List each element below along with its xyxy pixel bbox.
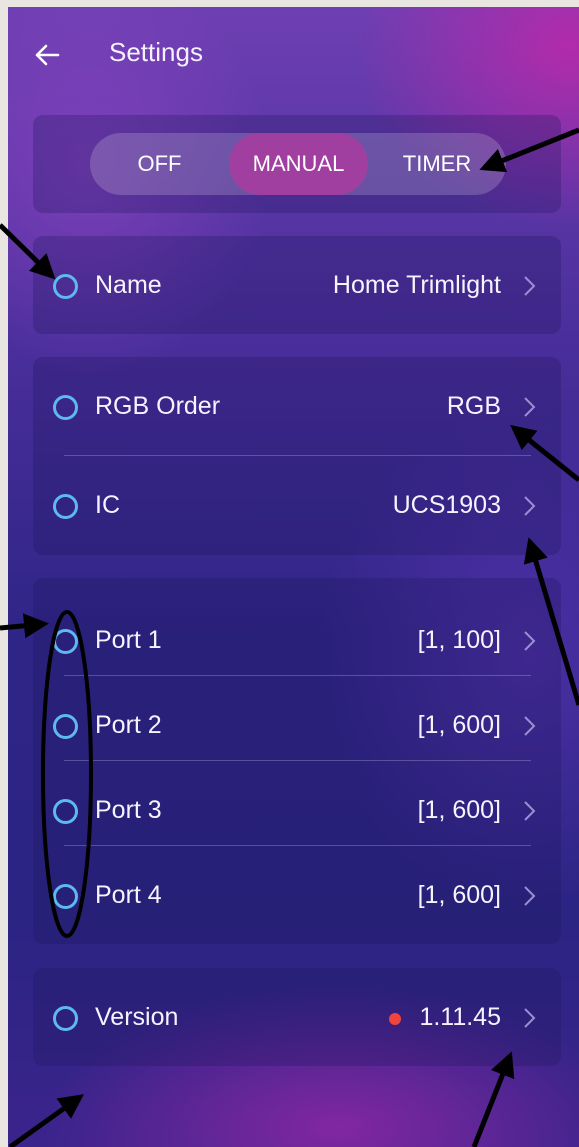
chevron-right-icon — [524, 801, 536, 821]
chevron-right-icon — [524, 631, 536, 651]
mode-timer-button[interactable]: TIMER — [368, 133, 506, 195]
radio-circle-icon — [53, 799, 78, 824]
mode-toggle-card: OFF MANUAL TIMER — [33, 115, 561, 213]
port-range-value: [1, 100] — [417, 626, 501, 654]
version-row[interactable]: Version 1.11.45 — [33, 976, 561, 1060]
radio-circle-icon — [53, 274, 78, 299]
port-label: Port 1 — [95, 626, 162, 654]
version-label: Version — [95, 1003, 179, 1031]
radio-circle-icon — [53, 884, 78, 909]
chevron-right-icon — [524, 886, 536, 906]
mode-toggle: OFF MANUAL TIMER — [90, 133, 506, 195]
port-label: Port 4 — [95, 881, 162, 909]
update-dot-indicator — [389, 1013, 401, 1025]
port-range-value: [1, 600] — [417, 796, 501, 824]
divider — [64, 760, 531, 761]
version-value: 1.11.45 — [419, 1003, 501, 1031]
chevron-right-icon — [524, 496, 536, 516]
port-label: Port 3 — [95, 796, 162, 824]
rgb-order-value: RGB — [446, 392, 501, 420]
version-card: Version 1.11.45 — [33, 968, 561, 1066]
radio-circle-icon — [53, 714, 78, 739]
ports-card: Port 1 [1, 100] Port 2 [1, 600] Port 3 [… — [33, 578, 561, 944]
mode-manual-button[interactable]: MANUAL — [229, 133, 368, 195]
chevron-right-icon — [524, 397, 536, 417]
divider — [64, 845, 531, 846]
divider — [64, 675, 531, 676]
rgb-order-label: RGB Order — [95, 392, 221, 420]
name-label: Name — [95, 271, 162, 299]
port-4-row[interactable]: Port 4 [1, 600] — [33, 854, 561, 938]
ic-row[interactable]: IC UCS1903 — [33, 464, 561, 548]
chevron-right-icon — [524, 276, 536, 296]
name-row[interactable]: Name Home Trimlight — [33, 244, 561, 328]
radio-circle-icon — [53, 1006, 78, 1031]
name-card: Name Home Trimlight — [33, 236, 561, 334]
port-range-value: [1, 600] — [417, 711, 501, 739]
chevron-right-icon — [524, 716, 536, 736]
ic-value: UCS1903 — [392, 491, 501, 519]
port-2-row[interactable]: Port 2 [1, 600] — [33, 684, 561, 768]
chevron-right-icon — [524, 1008, 536, 1028]
name-value: Home Trimlight — [332, 271, 501, 299]
ic-label: IC — [95, 491, 120, 519]
port-1-row[interactable]: Port 1 [1, 100] — [33, 599, 561, 683]
port-range-value: [1, 600] — [417, 881, 501, 909]
rgb-order-row[interactable]: RGB Order RGB — [33, 365, 561, 449]
divider — [64, 455, 531, 456]
radio-circle-icon — [53, 629, 78, 654]
app-bar: Settings — [8, 7, 579, 102]
app-screen: Settings OFF MANUAL TIMER Name Home Trim… — [8, 7, 579, 1147]
led-config-card: RGB Order RGB IC UCS1903 — [33, 357, 561, 555]
radio-circle-icon — [53, 494, 78, 519]
port-3-row[interactable]: Port 3 [1, 600] — [33, 769, 561, 853]
back-arrow-icon[interactable] — [34, 43, 60, 67]
radio-circle-icon — [53, 395, 78, 420]
port-label: Port 2 — [95, 711, 162, 739]
mode-off-button[interactable]: OFF — [90, 133, 229, 195]
page-title: Settings — [109, 37, 203, 67]
